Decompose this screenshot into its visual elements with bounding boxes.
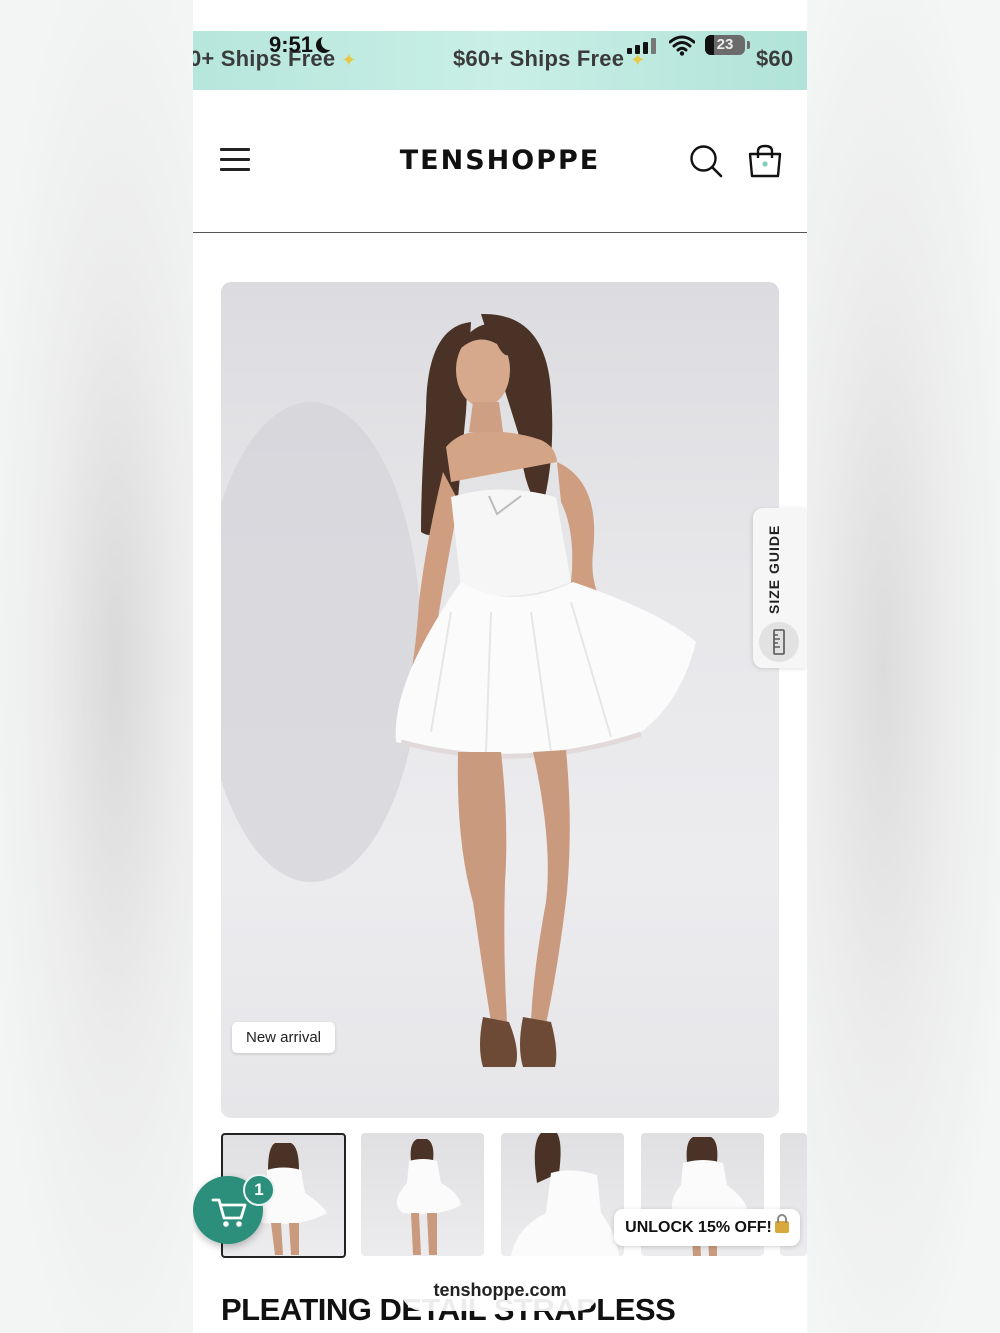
background-blur-right: [806, 0, 1000, 1333]
cellular-signal-icon: [627, 38, 659, 54]
wifi-icon: [669, 35, 695, 56]
thumbnail-3[interactable]: [501, 1133, 624, 1256]
sparkle-icon: ✦: [341, 50, 357, 70]
battery-cap: [747, 41, 750, 49]
search-icon[interactable]: [689, 144, 723, 178]
promo-text-center: $60+ Ships Free ✦: [453, 46, 646, 71]
promo-text-right: $60: [756, 46, 794, 71]
browser-url-bar[interactable]: tenshoppe.com: [401, 1269, 599, 1311]
ruler-icon: [773, 629, 785, 655]
battery-icon: 23: [705, 35, 745, 55]
site-header: TENSHOPPE: [193, 90, 807, 233]
product-main-image[interactable]: New arrival: [221, 282, 779, 1118]
moon-icon: [321, 34, 337, 50]
status-time: 9:51: [269, 32, 329, 58]
ruler-icon-circle: [759, 622, 799, 662]
model-photo: [221, 313, 696, 1067]
size-guide-tab[interactable]: SIZE GUIDE: [753, 508, 807, 668]
lock-icon: [774, 1214, 789, 1233]
thumbnail-2[interactable]: [361, 1133, 484, 1256]
size-guide-label: SIZE GUIDE: [766, 524, 782, 614]
phone-screen: 0+ Ships Free ✦ $60+ Ships Free ✦ $60 9:51…: [193, 0, 807, 1333]
shopping-bag-icon[interactable]: [747, 144, 783, 178]
unlock-discount-button[interactable]: UNLOCK 15% OFF!: [614, 1209, 800, 1246]
new-arrival-badge: New arrival: [232, 1022, 336, 1053]
background-blur-left: [0, 0, 193, 1333]
cart-count-badge: 1: [243, 1174, 275, 1206]
